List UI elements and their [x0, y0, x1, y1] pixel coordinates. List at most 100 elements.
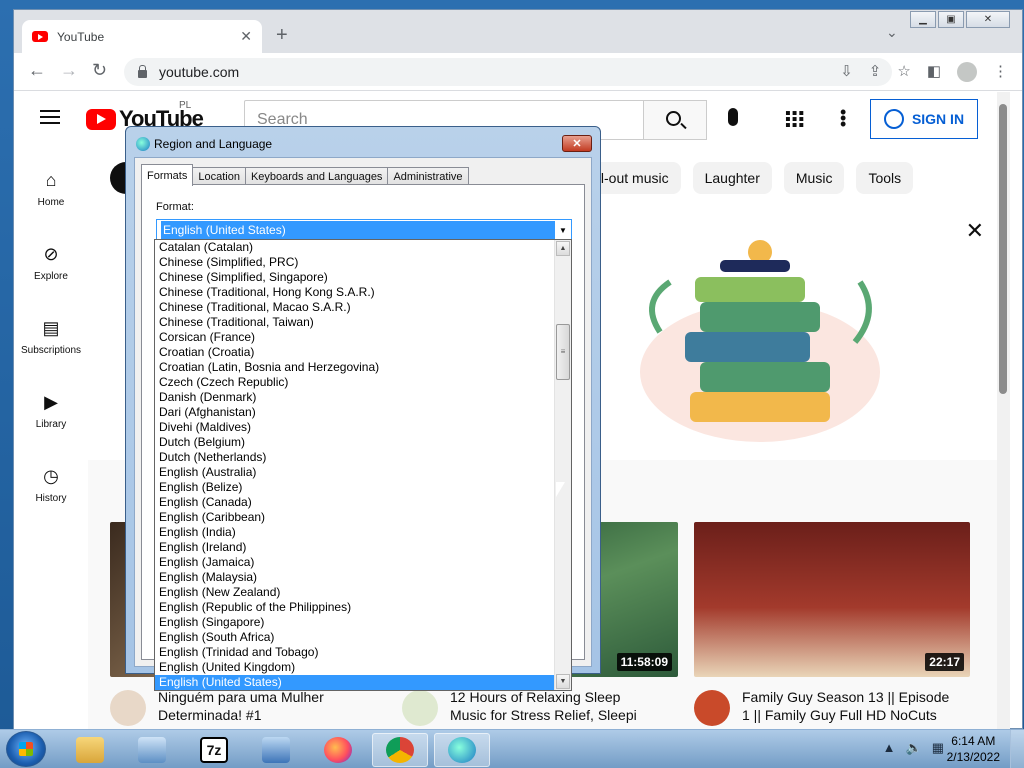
format-option[interactable]: English (New Zealand) [155, 585, 555, 600]
chip[interactable]: Tools [856, 162, 914, 194]
taskbar-7zip[interactable]: 7z [186, 733, 242, 767]
tab-search-chevron-icon[interactable]: ⌄ [886, 24, 898, 41]
sidebar-item-history[interactable]: ◷ History [14, 450, 88, 524]
format-option[interactable]: English (Ireland) [155, 540, 555, 555]
taskbar-chrome[interactable] [372, 733, 428, 767]
video-title[interactable]: Ninguém para uma Mulher Determinada! #1 [158, 688, 324, 724]
format-option[interactable]: English (India) [155, 525, 555, 540]
network-icon[interactable]: ▦ [932, 740, 944, 756]
format-option[interactable]: English (Singapore) [155, 615, 555, 630]
format-option[interactable]: Chinese (Simplified, PRC) [155, 255, 555, 270]
minimize-button[interactable]: ▁ [910, 11, 936, 28]
scroll-down-arrow-icon[interactable]: ▼ [556, 674, 570, 689]
format-dropdown-list[interactable]: Catalan (Catalan) Chinese (Simplified, PR… [154, 239, 572, 691]
close-banner-icon[interactable]: ✕ [966, 218, 984, 244]
format-option[interactable]: Catalan (Catalan) [155, 240, 555, 255]
format-option[interactable]: English (Caribbean) [155, 510, 555, 525]
format-option[interactable]: English (Canada) [155, 495, 555, 510]
format-option[interactable]: Croatian (Latin, Bosnia and Herzegovina) [155, 360, 555, 375]
channel-avatar[interactable] [402, 690, 438, 726]
search-button[interactable] [643, 100, 707, 140]
address-bar[interactable]: youtube.com [124, 58, 892, 86]
install-app-icon[interactable]: ⇩ [840, 62, 853, 82]
format-option[interactable]: Dari (Afghanistan) [155, 405, 555, 420]
chip[interactable]: Laughter [692, 162, 772, 194]
volume-icon[interactable]: 🔈 [906, 740, 922, 756]
tab-strip: YouTube ✕ + ⌄ ▁ ▣ ✕ [14, 10, 1022, 53]
share-icon[interactable]: ⇪ [869, 62, 882, 82]
chrome-menu-icon[interactable]: ⋮ [993, 62, 1008, 82]
format-option[interactable]: Corsican (France) [155, 330, 555, 345]
format-option[interactable]: Danish (Denmark) [155, 390, 555, 405]
sidebar-item-explore[interactable]: ⊘ Explore [14, 228, 88, 302]
sidebar-item-library[interactable]: ▶ Library [14, 376, 88, 450]
format-dropdown[interactable]: English (United States) ▼ [156, 219, 572, 241]
sidebar-item-subscriptions[interactable]: ▤ Subscriptions [14, 302, 88, 376]
format-option[interactable]: Chinese (Traditional, Macao S.A.R.) [155, 300, 555, 315]
taskbar-control-panel[interactable] [124, 733, 180, 767]
dialog-close-button[interactable]: ✕ [562, 135, 592, 152]
format-option[interactable]: English (United States) [155, 675, 555, 690]
format-option[interactable]: English (Malaysia) [155, 570, 555, 585]
tab-formats[interactable]: Formats [141, 164, 194, 186]
format-option[interactable]: English (Republic of the Philippines) [155, 600, 555, 615]
start-button[interactable] [6, 731, 46, 767]
library-icon: ▶ [44, 392, 58, 412]
format-option[interactable]: English (Trinidad and Tobago) [155, 645, 555, 660]
tab-youtube[interactable]: YouTube ✕ [22, 20, 262, 53]
video-title[interactable]: 12 Hours of Relaxing Sleep Music for Str… [450, 688, 637, 724]
reload-icon[interactable]: ↻ [92, 60, 107, 81]
taskbar-firefox[interactable] [310, 733, 366, 767]
forward-arrow-icon[interactable]: → [60, 60, 78, 81]
show-hidden-icons-icon[interactable]: ▲ [883, 740, 896, 756]
taskbar-explorer[interactable] [62, 733, 118, 767]
format-option[interactable]: Croatian (Croatia) [155, 345, 555, 360]
video-title[interactable]: Family Guy Season 13 || Episode 1 || Fam… [742, 688, 949, 724]
page-scrollbar[interactable] [997, 92, 1010, 730]
sidebar-item-home[interactable]: ⌂ Home [14, 154, 88, 228]
format-option[interactable]: English (Australia) [155, 465, 555, 480]
format-option[interactable]: English (South Africa) [155, 630, 555, 645]
apps-grid-icon[interactable]: ▪▪▪ ▪▪▪ ▪▪▪ [785, 106, 805, 134]
back-arrow-icon[interactable]: ← [28, 60, 46, 81]
format-option[interactable]: Chinese (Simplified, Singapore) [155, 270, 555, 285]
firefox-icon [324, 737, 352, 763]
settings-menu-icon[interactable]: • • • [840, 103, 846, 133]
format-option[interactable]: English (United Kingdom) [155, 660, 555, 675]
list-scrollbar-thumb[interactable]: ≡ [556, 324, 570, 380]
tab-close-button[interactable]: ✕ [240, 28, 252, 45]
lock-icon[interactable] [138, 65, 147, 78]
side-panel-icon[interactable]: ◧ [927, 62, 941, 82]
taskbar-region-language[interactable] [434, 733, 490, 767]
format-option[interactable]: Chinese (Traditional, Taiwan) [155, 315, 555, 330]
format-option[interactable]: Czech (Czech Republic) [155, 375, 555, 390]
new-tab-button[interactable]: + [276, 24, 288, 47]
scroll-up-arrow-icon[interactable]: ▲ [556, 241, 570, 256]
hamburger-menu-icon[interactable] [40, 110, 60, 124]
list-scrollbar[interactable]: ▲ ≡ ▼ [554, 240, 571, 690]
dropdown-arrow-icon[interactable]: ▼ [555, 226, 571, 235]
chip[interactable]: Music [783, 162, 845, 194]
channel-avatar[interactable] [110, 690, 146, 726]
format-option[interactable]: Chinese (Traditional, Hong Kong S.A.R.) [155, 285, 555, 300]
sidebar-item-label: Home [37, 197, 65, 208]
format-option[interactable]: Dutch (Netherlands) [155, 450, 555, 465]
page-scrollbar-thumb[interactable] [999, 104, 1007, 394]
video-thumbnail[interactable]: 22:17 [694, 522, 970, 677]
maximize-button[interactable]: ▣ [938, 11, 964, 28]
channel-avatar[interactable] [694, 690, 730, 726]
clock[interactable]: 6:14 AM 2/13/2022 [947, 733, 1000, 765]
format-option[interactable]: English (Jamaica) [155, 555, 555, 570]
format-option[interactable]: English (Belize) [155, 480, 555, 495]
close-window-button[interactable]: ✕ [966, 11, 1010, 28]
show-desktop-button[interactable] [1010, 730, 1024, 768]
search-icon [666, 111, 681, 126]
format-option[interactable]: Dutch (Belgium) [155, 435, 555, 450]
sign-in-button[interactable]: SIGN IN [870, 99, 978, 139]
bookmark-star-icon[interactable]: ☆ [897, 62, 910, 82]
sidebar-item-label: Explore [34, 271, 68, 282]
format-option[interactable]: Divehi (Maldives) [155, 420, 555, 435]
profile-avatar-icon[interactable] [957, 62, 977, 82]
microphone-icon[interactable] [728, 108, 738, 126]
taskbar-remote-desktop[interactable] [248, 733, 304, 767]
